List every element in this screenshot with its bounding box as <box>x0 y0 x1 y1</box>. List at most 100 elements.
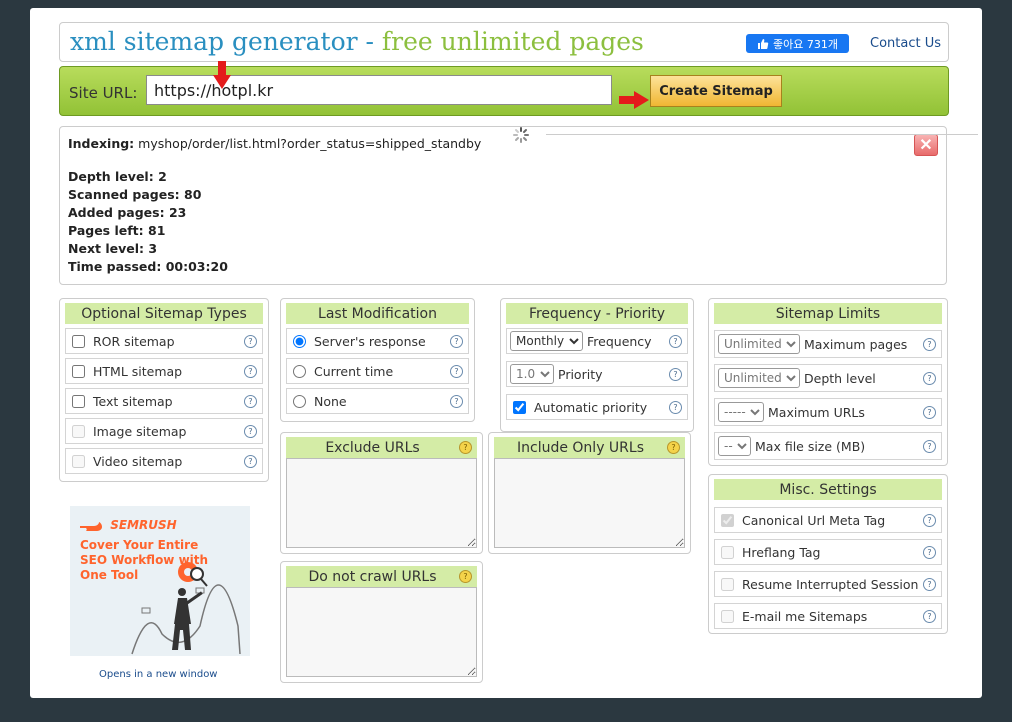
main-card: xml sitemap generator - free unlimited p… <box>30 8 982 698</box>
none-radio[interactable] <box>293 394 306 408</box>
close-icon: ✕ <box>919 137 933 154</box>
stat-row: Depth level: 2 <box>68 169 167 184</box>
include-only-urls-textarea[interactable] <box>494 458 685 548</box>
help-icon[interactable]: ? <box>923 439 936 453</box>
current-time-option[interactable]: Current time? <box>286 358 469 384</box>
optional-sitemap-types-panel: Optional Sitemap Types ROR sitemap? HTML… <box>59 298 269 482</box>
servers-response-radio[interactable] <box>293 334 306 348</box>
help-icon[interactable]: ? <box>450 364 463 378</box>
maximum-urls-select[interactable]: ----- <box>718 402 764 422</box>
maximum-pages-select[interactable]: Unlimited <box>718 334 800 354</box>
indexing-label: Indexing: <box>68 136 135 151</box>
help-icon[interactable]: ? <box>450 334 463 348</box>
facebook-like-label: 좋아요 731개 <box>773 37 838 51</box>
divider <box>546 134 978 135</box>
automatic-priority-checkbox[interactable] <box>513 400 526 414</box>
help-icon[interactable]: ? <box>669 400 682 414</box>
priority-row: 1.0 Priority ? <box>506 361 688 387</box>
close-button[interactable]: ✕ <box>914 134 938 156</box>
panel-title: Exclude URLs ? <box>286 437 477 458</box>
panel-title: Do not crawl URLs ? <box>286 566 477 587</box>
depth-level-select[interactable]: Unlimited <box>718 368 800 388</box>
stat-row: Next level: 3 <box>68 241 158 256</box>
help-icon[interactable]: ? <box>450 394 463 408</box>
maximum-pages-row: Unlimited Maximum pages ? <box>714 330 942 358</box>
help-icon[interactable]: ? <box>923 577 936 591</box>
title-main: xml sitemap generator - <box>70 27 374 56</box>
help-icon[interactable]: ? <box>923 609 936 623</box>
priority-select[interactable]: 1.0 <box>510 364 554 384</box>
frequency-row: Monthly Frequency ? <box>506 328 688 354</box>
hreflang-tag-option[interactable]: Hreflang Tag? <box>714 539 942 565</box>
html-sitemap-checkbox[interactable] <box>72 364 85 378</box>
indexing-line: Indexing: myshop/order/list.html?order_s… <box>68 136 481 151</box>
contact-us-link[interactable]: Contact Us <box>870 36 941 51</box>
panel-title: Misc. Settings <box>714 479 942 500</box>
frequency-priority-panel: Frequency - Priority Monthly Frequency ?… <box>500 298 694 432</box>
exclude-urls-textarea[interactable] <box>286 458 477 548</box>
none-option[interactable]: None? <box>286 388 469 414</box>
panel-title: Include Only URLs ? <box>494 437 685 458</box>
image-sitemap-option[interactable]: Image sitemap? <box>65 418 263 444</box>
opens-new-window-link[interactable]: Opens in a new window <box>99 669 218 680</box>
facebook-like-button[interactable]: 좋아요 731개 <box>746 34 849 53</box>
help-icon[interactable]: ? <box>923 545 936 559</box>
help-icon[interactable]: ? <box>667 441 680 454</box>
stat-row: Pages left: 81 <box>68 223 166 238</box>
do-not-crawl-urls-panel: Do not crawl URLs ? <box>280 561 483 683</box>
help-icon[interactable]: ? <box>244 424 257 438</box>
semrush-ad[interactable]: SEMRUSH Cover Your Entire SEO Workflow w… <box>70 506 250 656</box>
panel-title: Optional Sitemap Types <box>65 303 263 324</box>
include-only-urls-panel: Include Only URLs ? <box>488 432 691 554</box>
indexing-path: myshop/order/list.html?order_status=ship… <box>138 136 482 151</box>
arrow-down-icon <box>213 61 231 89</box>
image-sitemap-checkbox[interactable] <box>72 424 85 438</box>
current-time-radio[interactable] <box>293 364 306 378</box>
thumbs-up-icon <box>758 38 769 49</box>
help-icon[interactable]: ? <box>669 334 682 348</box>
indexing-stats: Depth level: 2 Scanned pages: 80 Added p… <box>68 168 228 276</box>
help-icon[interactable]: ? <box>923 513 936 527</box>
ror-sitemap-option[interactable]: ROR sitemap? <box>65 328 263 354</box>
help-icon[interactable]: ? <box>923 371 936 385</box>
help-icon[interactable]: ? <box>459 570 472 583</box>
resume-session-checkbox[interactable] <box>721 577 734 591</box>
last-modification-panel: Last Modification Server's response? Cur… <box>280 298 475 422</box>
help-icon[interactable]: ? <box>244 334 257 348</box>
sitemap-limits-panel: Sitemap Limits Unlimited Maximum pages ?… <box>708 298 948 466</box>
canonical-url-option[interactable]: Canonical Url Meta Tag? <box>714 507 942 533</box>
canonical-url-checkbox[interactable] <box>721 513 734 527</box>
page-title: xml sitemap generator - free unlimited p… <box>70 27 644 56</box>
text-sitemap-option[interactable]: Text sitemap? <box>65 388 263 414</box>
arrow-right-icon <box>619 91 649 109</box>
html-sitemap-option[interactable]: HTML sitemap? <box>65 358 263 384</box>
panel-title: Frequency - Priority <box>506 303 688 324</box>
do-not-crawl-urls-textarea[interactable] <box>286 587 477 677</box>
help-icon[interactable]: ? <box>923 405 936 419</box>
header: xml sitemap generator - free unlimited p… <box>59 22 949 62</box>
maximum-urls-row: ----- Maximum URLs ? <box>714 398 942 426</box>
title-tagline: free unlimited pages <box>381 27 644 56</box>
help-icon[interactable]: ? <box>459 441 472 454</box>
email-sitemaps-checkbox[interactable] <box>721 609 734 623</box>
panel-title: Last Modification <box>286 303 469 324</box>
help-icon[interactable]: ? <box>244 454 257 468</box>
max-file-size-select[interactable]: -- <box>718 436 751 456</box>
text-sitemap-checkbox[interactable] <box>72 394 85 408</box>
stat-row: Time passed: 00:03:20 <box>68 259 228 274</box>
create-sitemap-button[interactable]: Create Sitemap <box>650 75 782 107</box>
help-icon[interactable]: ? <box>923 337 936 351</box>
panel-title: Sitemap Limits <box>714 303 942 324</box>
help-icon[interactable]: ? <box>669 367 682 381</box>
servers-response-option[interactable]: Server's response? <box>286 328 469 354</box>
video-sitemap-checkbox[interactable] <box>72 454 85 468</box>
ror-sitemap-checkbox[interactable] <box>72 334 85 348</box>
automatic-priority-option[interactable]: Automatic priority? <box>506 394 688 420</box>
frequency-select[interactable]: Monthly <box>510 331 583 351</box>
help-icon[interactable]: ? <box>244 364 257 378</box>
video-sitemap-option[interactable]: Video sitemap? <box>65 448 263 474</box>
resume-session-option[interactable]: Resume Interrupted Session? <box>714 571 942 597</box>
email-sitemaps-option[interactable]: E-mail me Sitemaps? <box>714 603 942 629</box>
hreflang-tag-checkbox[interactable] <box>721 545 734 559</box>
help-icon[interactable]: ? <box>244 394 257 408</box>
